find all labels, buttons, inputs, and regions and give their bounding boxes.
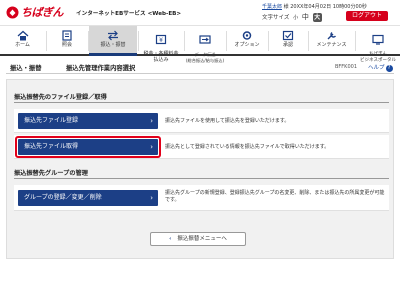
selection-highlight (15, 136, 161, 158)
chevron-right-icon: › (150, 194, 153, 202)
option-icon (242, 31, 252, 40)
nav-transfer-label: 振込・振替 (100, 42, 126, 48)
nav-data-transmission[interactable]: データ伝送 (総合振込/給与振込) (185, 26, 225, 63)
help-link[interactable]: ヘルプ? (368, 63, 393, 72)
maintenance-icon (327, 31, 336, 40)
row-description: 振込先ファイルを使用して振込先を登録いただけます。 (165, 118, 290, 124)
nav-tax[interactable]: ¥ 税金・各種料金 払込み (139, 26, 183, 62)
user-suffix: 様 (283, 4, 289, 10)
button-label: グループの登録／変更／削除 (24, 194, 102, 201)
help-label: ヘルプ (368, 65, 385, 71)
group-manage-button[interactable]: グループの登録／変更／削除 › (18, 190, 158, 206)
nav-home[interactable]: ホーム (0, 26, 45, 56)
portal-icon (372, 34, 384, 45)
nav-transfer[interactable]: 振込・振替 (89, 26, 137, 56)
user-name-link[interactable]: 千葉太郎 (262, 4, 282, 10)
nav-approval-label: 承認 (282, 42, 293, 48)
global-nav: ホーム 照会 振込・振替 ¥ 税金・各種料金 払込み データ伝送 (総合振込/給… (0, 26, 400, 63)
logout-button[interactable]: ログアウト (346, 11, 388, 21)
chevron-left-icon: ‹ (169, 236, 172, 242)
font-size-label: 文字サイズ (262, 15, 290, 21)
screen-code: BFFK001 (335, 64, 358, 70)
bank-logo-icon (6, 6, 19, 19)
help-icon: ? (385, 65, 393, 72)
bank-name: ちばぎん (21, 6, 64, 19)
page-title-bar: 振込・振替 振込先管理作業内容選択 BFFK001 ヘルプ? (6, 59, 394, 74)
back-to-transfer-menu-button[interactable]: ‹ 振込振替メニューへ (150, 232, 246, 246)
inquiry-icon (62, 30, 72, 41)
nav-option[interactable]: オプション (227, 26, 267, 56)
user-info: 千葉太郎 様 20XX年04月02日 10時00分00秒 (262, 3, 367, 10)
nav-approval[interactable]: 承認 (269, 26, 307, 56)
list-item: 振込先ファイル登録 › 振込先ファイルを使用して振込先を登録いただけます。 (14, 109, 389, 133)
payee-file-register-button[interactable]: 振込先ファイル登録 › (18, 113, 158, 129)
page-title: 振込先管理作業内容選択 (66, 65, 136, 72)
section-divider (14, 102, 389, 103)
nav-home-label: ホーム (15, 42, 30, 48)
nav-option-label: オプション (234, 42, 260, 48)
font-size-medium-button[interactable]: 中 (302, 12, 309, 22)
nav-maintenance-label: メンテナンス (316, 42, 347, 48)
row-description: 振込先グループの新規登録、登録振込先グループの名変更、削除、または振込先の所属変… (165, 190, 385, 203)
page-category: 振込・振替 (10, 65, 42, 72)
row-description: 振込先として登録されている情報を振込先ファイルで取得いただけます。 (165, 144, 330, 150)
transfer-icon (108, 30, 118, 41)
approval-icon (282, 30, 294, 41)
list-item: グループの登録／変更／削除 › 振込先グループの新規登録、登録振込先グループの名… (14, 185, 389, 211)
home-icon (17, 30, 28, 41)
font-size-large-button[interactable]: 大 (312, 13, 322, 22)
section-heading-file: 振込振替先のファイル登録／取得 (14, 94, 107, 101)
list-item: 振込先ファイル取得 › 振込先として登録されている情報を振込先ファイルで取得いた… (14, 135, 389, 159)
section-heading-group: 振込振替先グループの管理 (14, 170, 88, 177)
back-button-label: 振込振替メニューへ (177, 236, 227, 242)
button-label: 振込先ファイル登録 (24, 117, 79, 124)
nav-portal[interactable]: ちばぎん ビジネスポータル (356, 26, 400, 63)
header: ちばぎん インターネットEBサービス <Web-EB> 千葉太郎 様 20XX年… (0, 0, 400, 26)
last-login: 20XX年04月02日 10時00分00秒 (290, 4, 367, 10)
font-size-small-button[interactable]: 小 (293, 14, 298, 21)
nav-inquiry-label: 照会 (61, 42, 72, 48)
font-size-control: 文字サイズ 小 中 大 (262, 12, 322, 22)
chevron-right-icon: › (150, 117, 153, 125)
data-transmission-icon (199, 34, 211, 44)
section-divider (14, 178, 389, 179)
nav-inquiry[interactable]: 照会 (47, 26, 87, 56)
service-name: インターネットEBサービス <Web-EB> (76, 11, 182, 17)
nav-maintenance[interactable]: メンテナンス (309, 26, 354, 56)
tax-icon: ¥ (155, 34, 167, 44)
svg-text:¥: ¥ (159, 37, 163, 44)
